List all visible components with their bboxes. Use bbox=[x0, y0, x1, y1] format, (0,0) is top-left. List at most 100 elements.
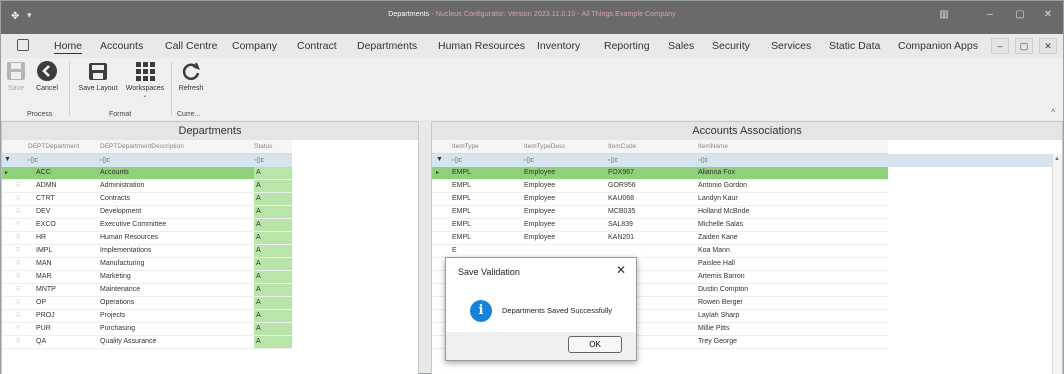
table-row[interactable]: ⠿ MAR Marketing A bbox=[2, 271, 292, 284]
tab-departments[interactable]: Departments bbox=[357, 40, 417, 52]
tab-sales[interactable]: Sales bbox=[668, 40, 694, 52]
table-cell[interactable]: Zaiden Kane bbox=[698, 234, 738, 241]
tab-security[interactable]: Security bbox=[712, 40, 750, 52]
table-cell[interactable]: Alianna Fox bbox=[698, 169, 735, 176]
table-cell[interactable]: Manufacturing bbox=[100, 260, 144, 267]
filter-cell-icon[interactable]: ▫▯c bbox=[452, 156, 462, 164]
table-cell[interactable]: A bbox=[254, 206, 292, 218]
table-cell[interactable]: A bbox=[254, 284, 292, 296]
tab-services[interactable]: Services bbox=[771, 40, 811, 52]
table-cell[interactable]: Rowen Berger bbox=[698, 299, 743, 306]
filter-cell-icon[interactable]: ▫▯c bbox=[28, 156, 38, 164]
table-cell[interactable]: GOR956 bbox=[608, 182, 636, 189]
table-cell[interactable]: Operations bbox=[100, 299, 134, 306]
table-row[interactable]: ⠿ CTRT Contracts A bbox=[2, 193, 292, 206]
table-cell[interactable]: Contracts bbox=[100, 195, 130, 202]
table-cell[interactable]: MNTP bbox=[36, 286, 56, 293]
table-cell[interactable]: EMPL bbox=[452, 208, 471, 215]
table-row[interactable]: ▸ ACC Accounts A bbox=[2, 167, 292, 180]
table-cell[interactable]: A bbox=[254, 219, 292, 231]
table-cell[interactable]: EMPL bbox=[452, 169, 471, 176]
table-cell[interactable]: A bbox=[254, 258, 292, 270]
table-row[interactable]: EMPL Employee SAL839 Michelle Salas bbox=[432, 219, 888, 232]
table-cell[interactable]: Antonio Gordon bbox=[698, 182, 747, 189]
cancel-button[interactable]: Cancel bbox=[33, 60, 61, 92]
filter-cell-icon[interactable]: ▫▯c bbox=[100, 156, 110, 164]
table-cell[interactable]: A bbox=[254, 232, 292, 244]
table-cell[interactable]: IMPL bbox=[36, 247, 52, 254]
table-cell[interactable]: Employee bbox=[524, 221, 555, 228]
ribbon-restore-button[interactable]: ▢ bbox=[1015, 38, 1033, 54]
table-cell[interactable]: CTRT bbox=[36, 195, 55, 202]
table-cell[interactable]: Paislee Hall bbox=[698, 260, 735, 267]
save-layout-button[interactable]: Save Layout bbox=[77, 60, 119, 92]
tab-static-data[interactable]: Static Data bbox=[829, 40, 880, 52]
tab-home[interactable]: Home bbox=[54, 40, 83, 54]
table-cell[interactable]: PROJ bbox=[36, 312, 55, 319]
table-cell[interactable]: A bbox=[254, 323, 292, 335]
col-header[interactable]: DEPTDepartmentDescription bbox=[100, 143, 184, 150]
col-header[interactable]: ItemName bbox=[698, 143, 728, 150]
table-cell[interactable]: Michelle Salas bbox=[698, 221, 743, 228]
table-cell[interactable]: EMPL bbox=[452, 234, 471, 241]
collapse-ribbon-icon[interactable]: ^ bbox=[1051, 108, 1055, 117]
table-row[interactable]: ⠿ MAN Manufacturing A bbox=[2, 258, 292, 271]
tab-accounts[interactable]: Accounts bbox=[100, 40, 143, 52]
table-cell[interactable]: DEV bbox=[36, 208, 50, 215]
table-row[interactable]: ⠿ PROJ Projects A bbox=[2, 310, 292, 323]
table-cell[interactable]: Koa Mann bbox=[698, 247, 730, 254]
table-cell[interactable]: Dustin Compton bbox=[698, 286, 748, 293]
table-cell[interactable]: Human Resources bbox=[100, 234, 158, 241]
table-row[interactable]: EMPL Employee KAU068 Landyn Kaur bbox=[432, 193, 888, 206]
col-header[interactable]: ItemType bbox=[452, 143, 479, 150]
tab-inventory[interactable]: Inventory bbox=[537, 40, 580, 52]
filter-cell-icon[interactable]: ▫▯c bbox=[698, 156, 708, 164]
table-cell[interactable]: Purchasing bbox=[100, 325, 135, 332]
close-window-button[interactable]: ✕ bbox=[1041, 9, 1055, 20]
table-cell[interactable]: Administration bbox=[100, 182, 144, 189]
table-cell[interactable]: Employee bbox=[524, 182, 555, 189]
table-cell[interactable]: Marketing bbox=[100, 273, 131, 280]
col-header[interactable]: DEPTDepartment bbox=[28, 143, 79, 150]
filter-cell-icon[interactable]: ▫▯c bbox=[524, 156, 534, 164]
table-cell[interactable]: QA bbox=[36, 338, 46, 345]
table-cell[interactable]: Laylah Sharp bbox=[698, 312, 739, 319]
table-cell[interactable]: EMPL bbox=[452, 182, 471, 189]
table-cell[interactable]: A bbox=[254, 180, 292, 192]
table-cell[interactable]: Employee bbox=[524, 195, 555, 202]
table-cell[interactable]: MCB035 bbox=[608, 208, 635, 215]
table-cell[interactable]: EMPL bbox=[452, 195, 471, 202]
table-row[interactable]: ⠿ HR Human Resources A bbox=[2, 232, 292, 245]
ribbon-minimize-button[interactable]: – bbox=[991, 38, 1009, 54]
accounts-scrollbar[interactable]: ▲ bbox=[1052, 154, 1062, 374]
table-cell[interactable]: Artemis Barron bbox=[698, 273, 745, 280]
table-cell[interactable]: KAN201 bbox=[608, 234, 634, 241]
table-cell[interactable]: FOX967 bbox=[608, 169, 634, 176]
table-cell[interactable]: EXCO bbox=[36, 221, 56, 228]
table-cell[interactable]: A bbox=[254, 297, 292, 309]
table-cell[interactable]: PUR bbox=[36, 325, 51, 332]
table-cell[interactable]: SAL839 bbox=[608, 221, 633, 228]
table-row[interactable]: EMPL Employee KAN201 Zaiden Kane bbox=[432, 232, 888, 245]
table-cell[interactable]: Executive Committee bbox=[100, 221, 166, 228]
table-cell[interactable]: A bbox=[254, 310, 292, 322]
table-cell[interactable]: KAU068 bbox=[608, 195, 634, 202]
filter-cell-icon[interactable]: ▫▯c bbox=[254, 156, 264, 164]
ok-button[interactable]: OK bbox=[568, 336, 622, 353]
tab-contract[interactable]: Contract bbox=[297, 40, 337, 52]
table-row[interactable]: ⠿ DEV Development A bbox=[2, 206, 292, 219]
table-row[interactable]: ⠿ QA Quality Assurance A bbox=[2, 336, 292, 349]
workspaces-button[interactable]: Workspaces ⌄ bbox=[122, 60, 168, 99]
restore-layout-icon[interactable]: ▥ bbox=[937, 9, 951, 20]
table-cell[interactable]: Employee bbox=[524, 234, 555, 241]
table-cell[interactable]: A bbox=[254, 245, 292, 257]
table-row[interactable]: ⠿ MNTP Maintenance A bbox=[2, 284, 292, 297]
maximize-window-button[interactable]: ▢ bbox=[1013, 9, 1027, 20]
table-cell[interactable]: Landyn Kaur bbox=[698, 195, 738, 202]
col-header[interactable]: ItemTypeDesc bbox=[524, 143, 566, 150]
table-cell[interactable]: Holland McBride bbox=[698, 208, 749, 215]
table-row[interactable]: ⠿ OP Operations A bbox=[2, 297, 292, 310]
table-cell[interactable]: EMPL bbox=[452, 221, 471, 228]
table-cell[interactable]: MAN bbox=[36, 260, 52, 267]
table-cell[interactable]: A bbox=[254, 193, 292, 205]
